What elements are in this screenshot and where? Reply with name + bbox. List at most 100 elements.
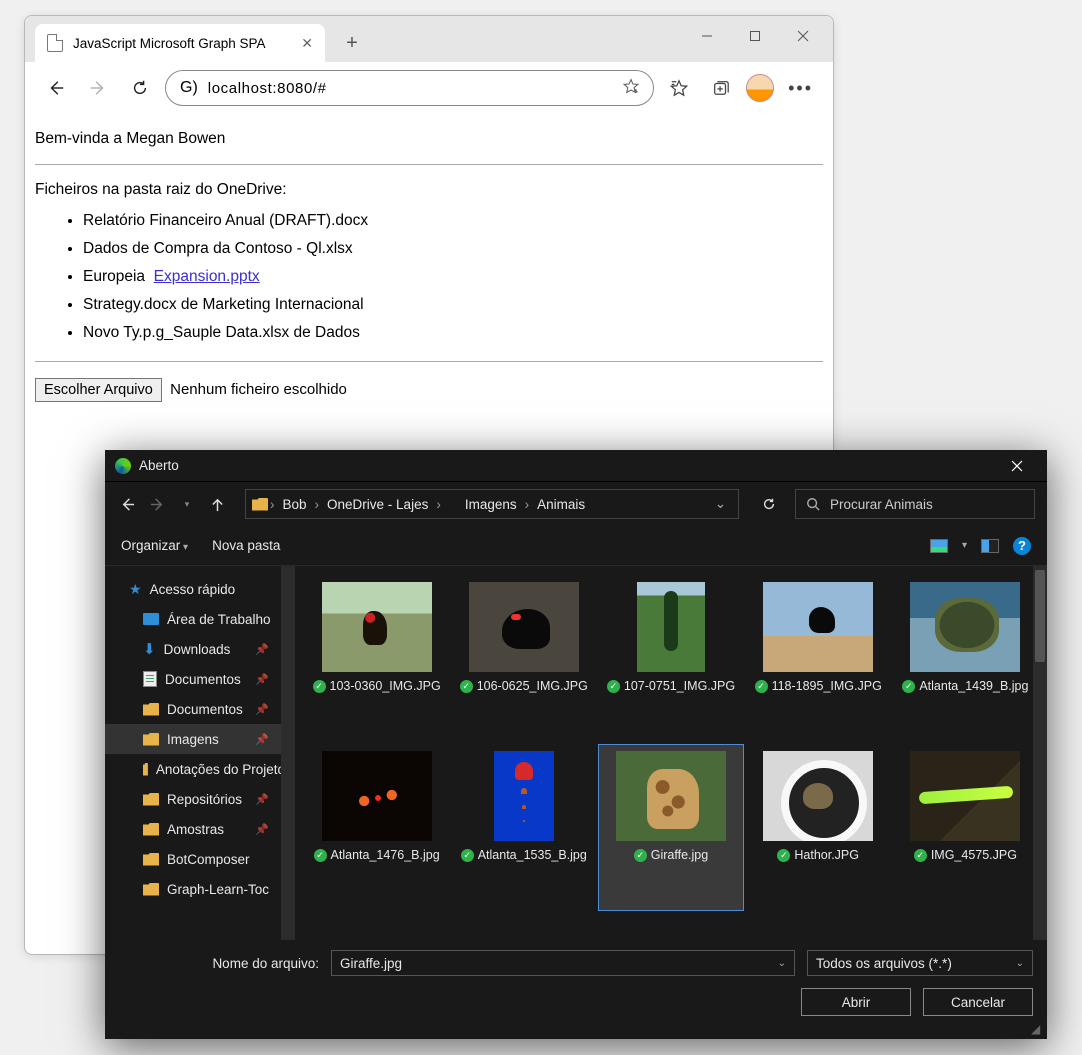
sidebar-item-documents-2[interactable]: Documentos📌 (105, 694, 295, 724)
sidebar-item-documents[interactable]: Documentos📌 (105, 664, 295, 694)
nav-up-button[interactable] (207, 494, 227, 514)
organize-menu[interactable]: Organizar (121, 538, 188, 553)
pin-icon: 📌 (255, 733, 269, 746)
close-window-button[interactable] (779, 16, 827, 56)
scrollbar-thumb[interactable] (1035, 570, 1045, 662)
forward-button[interactable] (81, 71, 115, 105)
filename-label: Nome do arquivo: (119, 956, 319, 971)
sidebar: ▴ ▾ ★Acesso rápido Área de Trabalho ⬇Dow… (105, 566, 295, 940)
favorite-icon[interactable] (623, 78, 639, 99)
open-button[interactable]: Abrir (801, 988, 911, 1016)
file-item[interactable]: 106-0625_IMG.JPG (452, 576, 595, 741)
file-item[interactable] (305, 914, 448, 940)
file-item[interactable]: 118-1895_IMG.JPG (747, 576, 890, 741)
file-item[interactable]: IMG_4575.JPG (894, 745, 1037, 910)
files-heading: Ficheiros na pasta raiz do OneDrive: (35, 181, 823, 199)
cancel-button[interactable]: Cancelar (923, 988, 1033, 1016)
page-content: Bem-vinda a Megan Bowen Ficheiros na pas… (25, 114, 833, 418)
scrollbar-thumb[interactable] (283, 576, 293, 616)
address-bar[interactable]: G) localhost:8080/# (165, 70, 654, 106)
divider (35, 164, 823, 165)
file-item[interactable]: 103-0360_IMG.JPG (305, 576, 448, 741)
view-mode-icon[interactable] (930, 539, 948, 553)
breadcrumb-item[interactable]: Bob (277, 497, 313, 512)
url-prefix: G) (180, 79, 198, 97)
expansion-link[interactable]: Expansion.pptx (154, 268, 260, 285)
file-item[interactable]: 107-0751_IMG.JPG (599, 576, 742, 741)
browser-tab[interactable]: JavaScript Microsoft Graph SPA ✕ (35, 24, 325, 62)
pin-icon: 📌 (255, 673, 269, 686)
maximize-button[interactable] (731, 16, 779, 56)
file-item[interactable]: Atlanta_1476_B.jpg (305, 745, 448, 910)
breadcrumb-item[interactable]: OneDrive - Lajes (321, 497, 434, 512)
sidebar-item-graph[interactable]: Graph-Learn-Toc (105, 874, 295, 904)
filter-dropdown[interactable]: Todos os arquivos (*.*)⌄ (807, 950, 1033, 976)
file-item[interactable]: Hathor.JPG (747, 745, 890, 910)
minimize-button[interactable] (683, 16, 731, 56)
pin-icon: 📌 (255, 823, 269, 836)
preview-pane-icon[interactable] (981, 539, 999, 553)
breadcrumb-item[interactable]: Imagens (459, 497, 523, 512)
thumbnail (637, 582, 705, 672)
scroll-down-icon[interactable]: ▾ (281, 926, 295, 940)
thumbnail (763, 582, 873, 672)
profile-avatar[interactable] (746, 74, 774, 102)
chevron-down-icon[interactable]: ⌄ (778, 958, 786, 969)
collections-button[interactable] (704, 71, 738, 105)
search-placeholder: Procurar Animais (830, 497, 933, 512)
sidebar-item-desktop[interactable]: Área de Trabalho (105, 604, 295, 634)
sidebar-item-repos[interactable]: Repositórios📌 (105, 784, 295, 814)
help-button[interactable]: ? (1013, 537, 1031, 555)
scroll-up-icon[interactable]: ▴ (281, 566, 295, 580)
no-file-label: Nenhum ficheiro escolhido (170, 381, 347, 398)
tab-title: JavaScript Microsoft Graph SPA (73, 36, 266, 51)
thumbnail (910, 751, 1020, 841)
window-controls (683, 16, 827, 56)
sync-badge-icon (777, 849, 790, 862)
close-dialog-button[interactable] (997, 450, 1037, 482)
new-tab-button[interactable]: + (337, 28, 367, 58)
chevron-down-icon[interactable]: ⌄ (709, 496, 732, 512)
chevron-down-icon[interactable]: ⌄ (1016, 958, 1024, 969)
choose-file-button[interactable]: Escolher Arquivo (35, 378, 162, 402)
close-tab-icon[interactable]: ✕ (301, 35, 313, 52)
sidebar-item-quick-access[interactable]: ★Acesso rápido (105, 574, 295, 604)
sidebar-item-botcomposer[interactable]: BotComposer (105, 844, 295, 874)
filename-input[interactable]: Giraffe.jpg⌄ (331, 950, 795, 976)
nav-forward-button[interactable] (147, 494, 167, 514)
thumbnail (910, 582, 1020, 672)
file-item[interactable]: Atlanta_1535_B.jpg (452, 745, 595, 910)
file-item-selected[interactable]: Giraffe.jpg (599, 745, 742, 910)
sync-badge-icon (634, 849, 647, 862)
sync-badge-icon (313, 680, 326, 693)
chevron-down-icon[interactable]: ▾ (962, 540, 967, 551)
favorites-button[interactable] (662, 71, 696, 105)
new-folder-button[interactable]: Nova pasta (212, 538, 280, 553)
sidebar-item-images[interactable]: Imagens📌 (105, 724, 295, 754)
search-icon (806, 497, 820, 511)
refresh-button[interactable] (753, 489, 785, 519)
folder-icon (252, 498, 268, 511)
sidebar-item-downloads[interactable]: ⬇Downloads📌 (105, 634, 295, 664)
resize-grip-icon[interactable]: ◢ (1031, 1023, 1045, 1037)
sync-badge-icon (902, 680, 915, 693)
file-grid: 103-0360_IMG.JPG 106-0625_IMG.JPG 107-07… (295, 566, 1047, 940)
download-icon: ⬇ (143, 640, 156, 658)
nav-dropdown-icon[interactable]: ▾ (177, 494, 197, 514)
chevron-right-icon: › (434, 497, 443, 512)
thumbnail (322, 751, 432, 841)
list-item: Novo Ty.p.g_Sauple Data.xlsx de Dados (83, 321, 823, 345)
list-item: Europeia Expansion.pptx (83, 265, 823, 289)
file-item[interactable]: Atlanta_1439_B.jpg (894, 576, 1037, 741)
more-menu-icon[interactable]: ••• (782, 78, 819, 99)
refresh-button[interactable] (123, 71, 157, 105)
search-input[interactable]: Procurar Animais (795, 489, 1035, 519)
sidebar-item-samples[interactable]: Amostras📌 (105, 814, 295, 844)
dialog-nav: ▾ › Bob › OneDrive - Lajes › Imagens › A… (105, 482, 1047, 526)
sidebar-item-annotations[interactable]: Anotações do Projeto (105, 754, 295, 784)
nav-back-button[interactable] (117, 494, 137, 514)
breadcrumb-item[interactable]: Animais (531, 497, 591, 512)
back-button[interactable] (39, 71, 73, 105)
breadcrumb[interactable]: › Bob › OneDrive - Lajes › Imagens › Ani… (245, 489, 739, 519)
folder-icon (143, 763, 148, 776)
